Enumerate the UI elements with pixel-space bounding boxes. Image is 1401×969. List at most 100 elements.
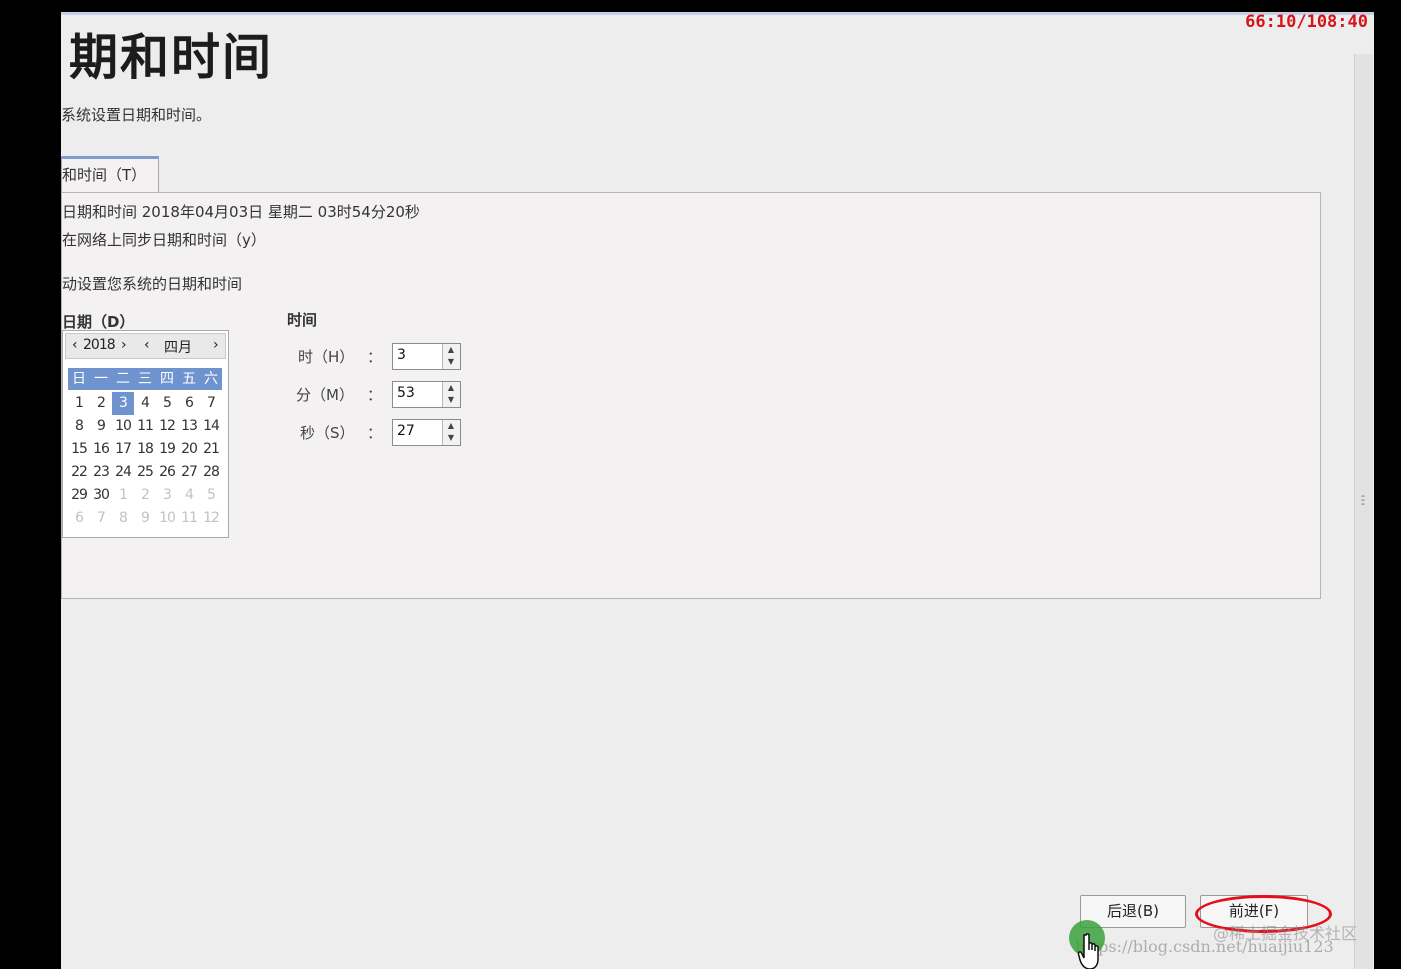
minute-label: 分（M） <box>296 386 354 404</box>
weekday-label: 三 <box>138 371 152 387</box>
date-time-panel: 日期和时间 2018年04月03日 星期二 03时54分20秒 在网络上同步日期… <box>61 192 1321 599</box>
weekday-label: 六 <box>204 371 218 387</box>
scroll-grip-icon[interactable]: --- <box>1358 490 1368 509</box>
second-label: 秒（S） <box>300 424 355 442</box>
calendar-day[interactable]: 3 <box>156 484 178 507</box>
recording-timer: 66:10/108:40 <box>1245 12 1368 32</box>
second-value[interactable]: 27 <box>397 423 415 439</box>
calendar-week-row: 8 9 10 11 12 13 14 <box>68 415 222 438</box>
calendar-day[interactable]: 8 <box>68 415 90 438</box>
calendar-day[interactable]: 28 <box>200 461 222 484</box>
chevron-down-icon[interactable]: ▼ <box>446 357 456 367</box>
calendar-day-selected[interactable]: 3 <box>112 392 134 415</box>
calendar-day[interactable]: 11 <box>178 507 200 530</box>
minute-spinner[interactable]: 53 ▲ ▼ <box>392 381 461 408</box>
calendar-day[interactable]: 27 <box>178 461 200 484</box>
calendar-day[interactable]: 4 <box>134 392 156 415</box>
calendar-day[interactable]: 2 <box>134 484 156 507</box>
calendar-day[interactable]: 4 <box>178 484 200 507</box>
chevron-up-icon[interactable]: ▲ <box>446 383 456 393</box>
calendar-day[interactable]: 9 <box>134 507 156 530</box>
next-year-icon[interactable]: › <box>121 337 127 353</box>
calendar: ‹ 2018 › ‹ 四月 › 日一二三四五六 1 2 3 4 5 6 7 8 9 10 11 12 1… <box>62 330 229 538</box>
chevron-down-icon[interactable]: ▼ <box>446 433 456 443</box>
hour-spinner[interactable]: 3 ▲ ▼ <box>392 343 461 370</box>
calendar-day[interactable]: 7 <box>200 392 222 415</box>
hour-label: 时（H） <box>298 348 355 366</box>
top-border <box>61 12 1374 15</box>
calendar-day[interactable]: 7 <box>90 507 112 530</box>
calendar-day[interactable]: 5 <box>200 484 222 507</box>
chevron-up-icon[interactable]: ▲ <box>446 421 456 431</box>
calendar-day[interactable]: 22 <box>68 461 90 484</box>
weekday-label: 一 <box>94 371 108 387</box>
calendar-day[interactable]: 1 <box>112 484 134 507</box>
calendar-day[interactable]: 30 <box>90 484 112 507</box>
hand-cursor-icon <box>1077 933 1099 969</box>
calendar-day[interactable]: 10 <box>156 507 178 530</box>
calendar-day[interactable]: 17 <box>112 438 134 461</box>
next-month-icon[interactable]: › <box>213 337 219 353</box>
calendar-week-row: 15 16 17 18 19 20 21 <box>68 438 222 461</box>
time-heading: 时间 <box>287 311 318 329</box>
calendar-year: 2018 <box>83 337 116 353</box>
prev-month-icon[interactable]: ‹ <box>144 337 150 353</box>
calendar-day[interactable]: 9 <box>90 415 112 438</box>
calendar-week-row: 29 30 1 2 3 4 5 <box>68 484 222 507</box>
weekday-header: 日一二三四五六 <box>68 368 222 390</box>
date-heading: 日期（D） <box>62 313 135 331</box>
weekday-label: 四 <box>160 371 174 387</box>
hour-spin-buttons: ▲ ▼ <box>442 344 460 369</box>
minute-colon: ： <box>367 386 383 404</box>
hour-value[interactable]: 3 <box>397 347 406 363</box>
calendar-week-row: 1234567 <box>68 392 222 415</box>
second-colon: ： <box>367 424 383 442</box>
calendar-day[interactable]: 18 <box>134 438 156 461</box>
calendar-day[interactable]: 26 <box>156 461 178 484</box>
current-datetime-label: 日期和时间 2018年04月03日 星期二 03时54分20秒 <box>62 203 420 221</box>
calendar-day[interactable]: 6 <box>68 507 90 530</box>
calendar-day[interactable]: 13 <box>178 415 200 438</box>
calendar-day[interactable]: 15 <box>68 438 90 461</box>
second-spin-buttons: ▲ ▼ <box>442 420 460 445</box>
calendar-day[interactable]: 2 <box>90 392 112 415</box>
calendar-day[interactable]: 8 <box>112 507 134 530</box>
calendar-day[interactable]: 6 <box>178 392 200 415</box>
sync-network-option[interactable]: 在网络上同步日期和时间（y） <box>62 229 266 250</box>
calendar-day[interactable]: 11 <box>134 415 156 438</box>
weekday-label: 五 <box>182 371 196 387</box>
calendar-day[interactable]: 5 <box>156 392 178 415</box>
calendar-day[interactable]: 10 <box>112 415 134 438</box>
calendar-week-row: 6 7 8 9 10 11 12 <box>68 507 222 530</box>
chevron-up-icon[interactable]: ▲ <box>446 345 456 355</box>
calendar-day[interactable]: 14 <box>200 415 222 438</box>
manual-setting-label: 动设置您系统的日期和时间 <box>62 275 243 293</box>
calendar-day[interactable]: 1 <box>68 392 90 415</box>
page-title: 期和时间 <box>69 29 274 86</box>
calendar-day[interactable]: 12 <box>200 507 222 530</box>
calendar-day[interactable]: 24 <box>112 461 134 484</box>
calendar-day[interactable]: 16 <box>90 438 112 461</box>
calendar-day[interactable]: 20 <box>178 438 200 461</box>
minute-value[interactable]: 53 <box>397 385 415 401</box>
weekday-label: 二 <box>116 371 130 387</box>
installer-window: 66:10/108:40 期和时间 系统设置日期和时间。 和时间（T） 日期和时… <box>61 12 1374 969</box>
chevron-down-icon[interactable]: ▼ <box>446 395 456 405</box>
watermark-url: https://blog.csdn.net/huaijiu123 <box>1075 937 1334 956</box>
calendar-day[interactable]: 21 <box>200 438 222 461</box>
page-description: 系统设置日期和时间。 <box>61 106 212 124</box>
calendar-day[interactable]: 19 <box>156 438 178 461</box>
calendar-day[interactable]: 23 <box>90 461 112 484</box>
prev-year-icon[interactable]: ‹ <box>72 337 78 353</box>
calendar-week-row: 22 23 24 25 26 27 28 <box>68 461 222 484</box>
calendar-day[interactable]: 29 <box>68 484 90 507</box>
second-spinner[interactable]: 27 ▲ ▼ <box>392 419 461 446</box>
minute-spin-buttons: ▲ ▼ <box>442 382 460 407</box>
tab-date-time[interactable]: 和时间（T） <box>61 156 159 192</box>
calendar-day[interactable]: 12 <box>156 415 178 438</box>
calendar-day[interactable]: 25 <box>134 461 156 484</box>
calendar-month: 四月 <box>164 340 192 356</box>
calendar-header: ‹ 2018 › ‹ 四月 › <box>65 333 226 359</box>
calendar-days: 1 2 3 4 5 6 7 8 9 10 11 12 13 14 15 16 17 18 19 20 21 22 23 24 2… <box>68 392 222 530</box>
vertical-scrollbar[interactable]: --- <box>1354 54 1373 969</box>
